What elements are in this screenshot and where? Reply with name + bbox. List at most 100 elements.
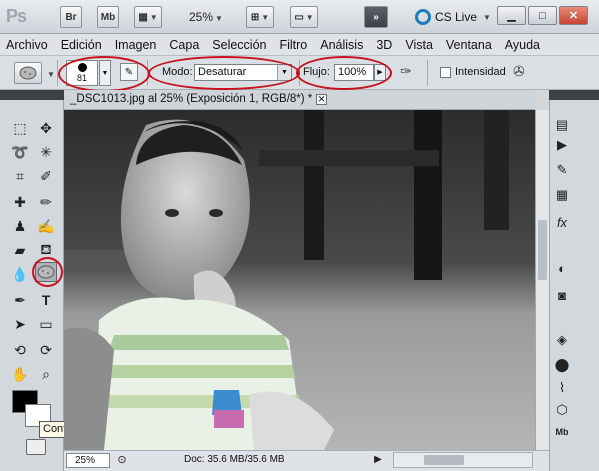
paint-bucket-tool-icon[interactable]: ⛾ [35, 240, 57, 260]
workspace-expand-button[interactable]: » [364, 6, 388, 28]
zoom-level-value: 25% [189, 10, 214, 24]
flow-label: Flujo: [303, 66, 330, 78]
arrange-documents-button[interactable]: ⊞ ▼ [246, 6, 274, 28]
actions-panel-icon[interactable]: ▶ [552, 135, 572, 155]
brush-tool-icon[interactable]: ✏ [35, 192, 57, 212]
flow-slider-arrow[interactable]: ▶ [374, 64, 386, 81]
minibridge-button[interactable]: Mb [97, 6, 119, 28]
screen-mode-button[interactable]: ▭ ▼ [290, 6, 318, 28]
maximize-button[interactable]: □ [528, 6, 557, 25]
healing-brush-tool-icon[interactable]: ✚ [9, 192, 31, 212]
window-controls: ▁ □ ✕ [497, 6, 588, 25]
document-canvas[interactable] [64, 110, 535, 450]
menu-archivo[interactable]: Archivo [6, 38, 48, 52]
marquee-tool-icon[interactable]: ⬚ [9, 118, 31, 138]
status-info-icon[interactable]: ⊙ [114, 451, 130, 467]
menu-vista[interactable]: Vista [405, 38, 433, 52]
chevron-down-icon: ▼ [101, 69, 109, 77]
channels-panel-icon[interactable]: ⬤ [552, 355, 572, 375]
menu-filtro[interactable]: Filtro [279, 38, 307, 52]
pen-tool-icon[interactable]: ✒ [9, 290, 31, 310]
menu-imagen[interactable]: Imagen [115, 38, 157, 52]
sponge-tool-icon[interactable] [35, 262, 57, 282]
bridge-button[interactable]: Br [60, 6, 82, 28]
mode-select[interactable]: Desaturar ▼ [194, 64, 292, 81]
zoom-level-dropdown[interactable]: 25% ▼ [189, 10, 223, 24]
blur-tool-icon[interactable]: 💧 [9, 264, 31, 284]
minimize-icon: ▁ [507, 10, 516, 22]
mode-value: Desaturar [198, 66, 247, 78]
brush-preset-picker[interactable]: 81 [66, 60, 98, 86]
options-separator [299, 60, 300, 86]
view-extras-button[interactable]: ▦ ▼ [134, 6, 162, 28]
eraser-tool-icon[interactable]: ▰ [9, 240, 31, 260]
menu-bar: Archivo Edición Imagen Capa Selección Fi… [0, 34, 599, 56]
masks-panel-icon[interactable]: ◙ [552, 285, 572, 305]
menu-analisis[interactable]: Análisis [320, 38, 363, 52]
minibridge-panel-icon[interactable]: Mb [552, 422, 572, 442]
magic-wand-tool-icon[interactable]: ✳ [35, 142, 57, 162]
menu-ventana[interactable]: Ventana [446, 38, 492, 52]
options-separator [147, 60, 148, 86]
panels-dock-header[interactable] [549, 90, 599, 100]
minimize-button[interactable]: ▁ [497, 6, 526, 25]
adjustments-panel-icon[interactable]: ◐ [552, 258, 572, 278]
cs-live-menu[interactable]: CS Live ▼ [415, 9, 491, 25]
lasso-tool-icon[interactable]: ➰ [9, 142, 31, 162]
maximize-icon: □ [539, 9, 546, 22]
horizontal-scroll-thumb[interactable] [424, 455, 464, 465]
document-tab[interactable]: _DSC1013.jpg al 25% (Exposición 1, RGB/8… [70, 93, 312, 110]
3d-rotate-tool-icon[interactable]: ⟲ [9, 340, 31, 360]
hand-tool-icon[interactable]: ✋ [9, 364, 31, 384]
menu-3d[interactable]: 3D [376, 38, 392, 52]
status-info-text: Doc: 35.6 MB/35.6 MB [184, 454, 285, 465]
photoshop-logo: Ps [6, 6, 27, 26]
status-menu-arrow-icon[interactable]: ▶ [370, 451, 386, 467]
status-zoom-input[interactable]: 25% [66, 453, 110, 468]
airbrush-icon[interactable]: ✑ [400, 63, 412, 80]
photo-image [64, 110, 535, 450]
layers-panel-icon[interactable]: ◈ [552, 330, 572, 350]
styles-panel-icon[interactable]: fx [552, 212, 572, 232]
3d-panel-icon[interactable]: ⬡ [552, 400, 572, 420]
brush-dropdown-arrow[interactable]: ▼ [99, 60, 111, 86]
brush-tip-icon [77, 63, 87, 72]
quick-mask-button[interactable] [26, 439, 46, 455]
film-icon: ▦ [138, 11, 148, 23]
swatches-panel-icon[interactable]: ▦ [552, 185, 572, 205]
brush-panel-icon[interactable]: ✎ [552, 160, 572, 180]
brush-size-value: 81 [76, 73, 87, 83]
history-panel-icon[interactable]: ▤ [552, 115, 572, 135]
type-tool-icon[interactable]: T [35, 290, 57, 310]
close-icon: ✕ [568, 10, 579, 22]
history-brush-tool-icon[interactable]: ✍ [35, 216, 57, 236]
horizontal-scrollbar[interactable] [393, 452, 533, 468]
paths-panel-icon[interactable]: ⌇ [552, 378, 572, 398]
menu-capa[interactable]: Capa [169, 38, 199, 52]
zoom-tool-icon[interactable]: ⌕ [35, 364, 57, 384]
close-button[interactable]: ✕ [559, 6, 588, 25]
screen-icon: ▭ [294, 11, 304, 23]
intensity-checkbox[interactable] [440, 67, 451, 78]
menu-seleccion[interactable]: Selección [212, 38, 266, 52]
chevron-down-icon: ▼ [277, 65, 291, 80]
document-close-icon[interactable]: ✕ [316, 94, 327, 105]
tablet-pressure-icon[interactable]: ✇ [513, 63, 525, 80]
move-tool-icon[interactable]: ✥ [35, 118, 57, 138]
path-selection-tool-icon[interactable]: ➤ [9, 314, 31, 334]
flow-input[interactable]: 100% [334, 64, 374, 81]
vertical-scroll-thumb[interactable] [538, 220, 547, 280]
tool-preset-picker[interactable] [14, 62, 42, 84]
menu-ayuda[interactable]: Ayuda [505, 38, 540, 52]
rectangle-tool-icon[interactable]: ▭ [35, 314, 57, 334]
tools-panel-header[interactable] [0, 90, 64, 100]
clone-stamp-tool-icon[interactable]: ♟ [9, 216, 31, 236]
brush-panel-toggle[interactable]: ✎ [120, 63, 138, 81]
vertical-scrollbar[interactable] [535, 110, 549, 450]
crop-tool-icon[interactable]: ⌗ [9, 166, 31, 186]
3d-orbit-tool-icon[interactable]: ⟳ [35, 340, 57, 360]
brush-panel-icon: ✎ [124, 66, 134, 78]
tool-preset-arrow-icon[interactable]: ▼ [47, 70, 55, 79]
menu-edicion[interactable]: Edición [61, 38, 102, 52]
eyedropper-tool-icon[interactable]: ✐ [35, 166, 57, 186]
